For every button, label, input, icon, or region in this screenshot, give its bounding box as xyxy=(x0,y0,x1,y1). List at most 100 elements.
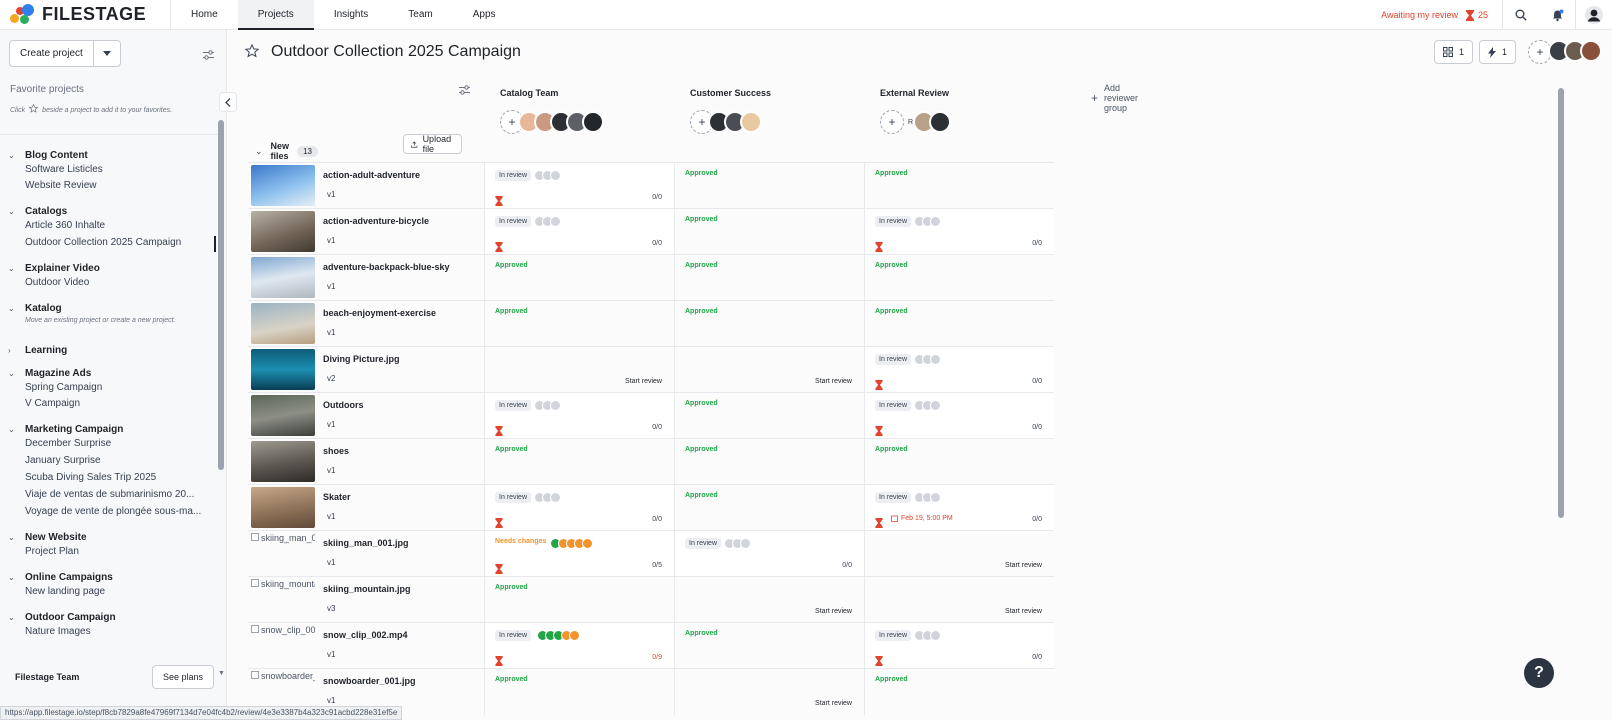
file-version[interactable]: v1 xyxy=(327,420,335,429)
nav-apps[interactable]: Apps xyxy=(453,0,516,30)
file-version[interactable]: v1 xyxy=(327,282,335,291)
add-reviewer-icon[interactable]: + xyxy=(880,110,904,134)
sidebar-filter-icon[interactable] xyxy=(203,47,214,65)
file-row[interactable]: action-adult-adventure v1 In review 0/0 Appr… xyxy=(248,162,1054,209)
project-item[interactable]: Article 360 Inhalte xyxy=(25,220,105,231)
file-version[interactable]: v1 xyxy=(327,696,335,705)
file-thumbnail[interactable] xyxy=(251,303,315,344)
project-item[interactable]: Website Review xyxy=(25,180,97,191)
review-status-cell[interactable]: Approved xyxy=(484,577,674,623)
project-item[interactable]: December Surprise xyxy=(25,438,111,449)
files-view-button[interactable]: 1 xyxy=(1433,40,1473,64)
review-status-cell[interactable]: Approved xyxy=(674,439,864,485)
file-name[interactable]: snowboarder_001.jpg xyxy=(323,676,416,686)
review-status-cell[interactable]: Approved xyxy=(674,301,864,347)
file-thumbnail[interactable] xyxy=(251,395,315,436)
start-review-button[interactable]: Start review xyxy=(1005,562,1042,569)
favorite-star-icon[interactable] xyxy=(244,43,260,63)
folder-learning[interactable]: › Learning xyxy=(8,343,67,357)
review-status-cell[interactable]: In review 0/0 xyxy=(484,163,674,209)
review-status-cell[interactable]: In review 0/0 xyxy=(864,393,1054,439)
review-status-cell[interactable]: Approved xyxy=(674,485,864,531)
file-row[interactable]: Diving Picture.jpg v2 Start review Start re… xyxy=(248,346,1054,393)
see-plans-button[interactable]: See plans xyxy=(151,665,214,689)
help-button[interactable]: ? xyxy=(1524,658,1554,688)
folder-katalog[interactable]: ⌄ Katalog xyxy=(8,301,62,315)
project-item[interactable]: January Surprise xyxy=(25,455,101,466)
broken-thumbnail[interactable]: snow_clip_002 xyxy=(251,625,315,666)
review-status-cell[interactable]: In review 0/0 xyxy=(864,347,1054,393)
folder-marketing-campaign[interactable]: ⌄ Marketing Campaign xyxy=(8,422,123,436)
folder-blog-content[interactable]: ⌄ Blog Content xyxy=(8,148,88,162)
review-status-cell[interactable]: Approved xyxy=(674,255,864,301)
file-version[interactable]: v1 xyxy=(327,512,335,521)
start-review-button[interactable]: Start review xyxy=(1005,608,1042,615)
file-version[interactable]: v1 xyxy=(327,466,335,475)
file-row[interactable]: Skater v1 In review 0/0 Approved In review Feb… xyxy=(248,484,1054,531)
file-version[interactable]: v1 xyxy=(327,650,335,659)
review-status-cell[interactable]: Start review xyxy=(674,669,864,715)
upload-file-button[interactable]: Upload file xyxy=(403,134,462,154)
broken-thumbnail[interactable]: skiing_man_00 xyxy=(251,533,315,574)
add-reviewer-group-button[interactable]: + Add reviewer group xyxy=(1091,83,1138,113)
file-name[interactable]: beach-enjoyment-exercise xyxy=(323,308,436,318)
search-icon[interactable] xyxy=(1503,9,1539,21)
file-name[interactable]: Diving Picture.jpg xyxy=(323,354,400,364)
file-thumbnail[interactable] xyxy=(251,165,315,206)
file-name[interactable]: shoes xyxy=(323,446,349,456)
start-review-button[interactable]: Start review xyxy=(815,608,852,615)
folder-magazine-ads[interactable]: ⌄ Magazine Ads xyxy=(8,366,91,380)
file-row[interactable]: action-adventure-bicycle v1 In review 0/0 Ap… xyxy=(248,208,1054,255)
new-files-section[interactable]: ⌄ New files 13 xyxy=(255,141,318,161)
project-item[interactable]: Nature Images xyxy=(25,626,91,637)
folder-catalogs[interactable]: ⌄ Catalogs xyxy=(8,204,67,218)
review-status-cell[interactable]: Approved xyxy=(864,439,1054,485)
file-thumbnail[interactable] xyxy=(251,257,315,298)
file-thumbnail[interactable] xyxy=(251,349,315,390)
review-status-cell[interactable]: In review 0/0 xyxy=(864,209,1054,255)
review-status-cell[interactable]: Start review xyxy=(674,577,864,623)
file-name[interactable]: adventure-backpack-blue-sky xyxy=(323,262,450,272)
project-item[interactable]: New landing page xyxy=(25,586,105,597)
review-status-cell[interactable]: In review 0/0 xyxy=(484,393,674,439)
folder-online-campaigns[interactable]: ⌄ Online Campaigns xyxy=(8,570,113,584)
project-item[interactable]: Software Listicles xyxy=(25,164,103,175)
project-item[interactable]: V Campaign xyxy=(25,398,80,409)
review-status-cell[interactable]: In review 0/0 xyxy=(484,209,674,255)
review-status-cell[interactable]: Approved xyxy=(484,669,674,715)
automations-button[interactable]: 1 xyxy=(1478,40,1516,64)
file-name[interactable]: Outdoors xyxy=(323,400,364,410)
nav-projects[interactable]: Projects xyxy=(237,0,314,30)
review-status-cell[interactable]: In review 0/0 xyxy=(484,485,674,531)
scroll-down-icon[interactable]: ▼ xyxy=(218,670,225,677)
user-avatar[interactable] xyxy=(1576,6,1612,24)
file-version[interactable]: v3 xyxy=(327,604,335,613)
review-status-cell[interactable]: Approved xyxy=(864,163,1054,209)
file-row[interactable]: beach-enjoyment-exercise v1 Approved Approv… xyxy=(248,300,1054,347)
file-thumbnail[interactable] xyxy=(251,211,315,252)
file-row[interactable]: skiing_mounta skiing_mountain.jpg v3 Approv… xyxy=(248,576,1054,623)
review-status-cell[interactable]: In review Feb 19, 5:00 PM 0/0 xyxy=(864,485,1054,531)
file-row[interactable]: snow_clip_002 snow_clip_002.mp4 v1 In revie… xyxy=(248,622,1054,669)
start-review-button[interactable]: Start review xyxy=(625,378,662,385)
project-item-active[interactable]: Outdoor Collection 2025 Campaign xyxy=(25,237,181,248)
review-status-cell[interactable]: In review 0/9 xyxy=(484,623,674,669)
project-item[interactable]: Spring Campaign xyxy=(25,382,102,393)
project-item[interactable]: Scuba Diving Sales Trip 2025 xyxy=(25,472,156,483)
review-status-cell[interactable]: Approved xyxy=(674,163,864,209)
collapse-sidebar-button[interactable] xyxy=(219,92,237,112)
project-item[interactable]: Voyage de vente de plongée sous-ma... xyxy=(25,506,201,517)
review-status-cell[interactable]: Approved xyxy=(864,301,1054,347)
file-name[interactable]: skiing_man_001.jpg xyxy=(323,538,409,548)
file-version[interactable]: v2 xyxy=(327,374,335,383)
main-scrollbar[interactable] xyxy=(1558,88,1564,518)
nav-insights[interactable]: Insights xyxy=(314,0,388,30)
review-status-cell[interactable]: Approved xyxy=(864,255,1054,301)
project-item[interactable]: Project Plan xyxy=(25,546,79,557)
folder-explainer-video[interactable]: ⌄ Explainer Video xyxy=(8,261,100,275)
review-status-cell[interactable]: In review 0/0 xyxy=(674,531,864,577)
file-name[interactable]: skiing_mountain.jpg xyxy=(323,584,411,594)
file-thumbnail[interactable] xyxy=(251,441,315,482)
project-item[interactable]: Outdoor Video xyxy=(25,277,89,288)
file-thumbnail[interactable] xyxy=(251,487,315,528)
